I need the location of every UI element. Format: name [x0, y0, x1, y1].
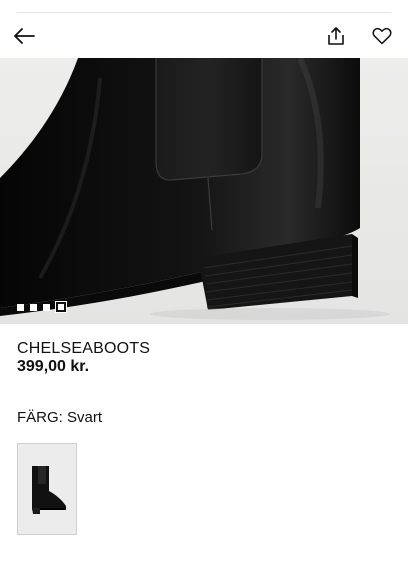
color-swatch-selected[interactable]: [17, 443, 77, 535]
share-icon: [328, 27, 344, 45]
arrow-left-icon: [14, 28, 35, 44]
carousel-dot[interactable]: [17, 303, 24, 311]
favorite-button[interactable]: [366, 20, 398, 52]
carousel-indicator: [17, 302, 66, 312]
product-image-carousel[interactable]: [0, 58, 408, 324]
header: [0, 14, 408, 58]
color-swatch-thumbnail: [18, 444, 76, 534]
carousel-dot[interactable]: [43, 303, 50, 311]
product-image: [0, 58, 408, 324]
product-price: 399,00 kr.: [17, 358, 90, 375]
back-button[interactable]: [8, 20, 40, 52]
share-button[interactable]: [320, 20, 352, 52]
top-divider: [17, 12, 391, 13]
color-label: FÄRG: Svart: [17, 409, 103, 426]
heart-icon: [372, 27, 392, 45]
product-name: CHELSEABOOTS: [17, 340, 151, 357]
carousel-dot-active[interactable]: [56, 302, 66, 312]
carousel-dot[interactable]: [30, 303, 37, 311]
